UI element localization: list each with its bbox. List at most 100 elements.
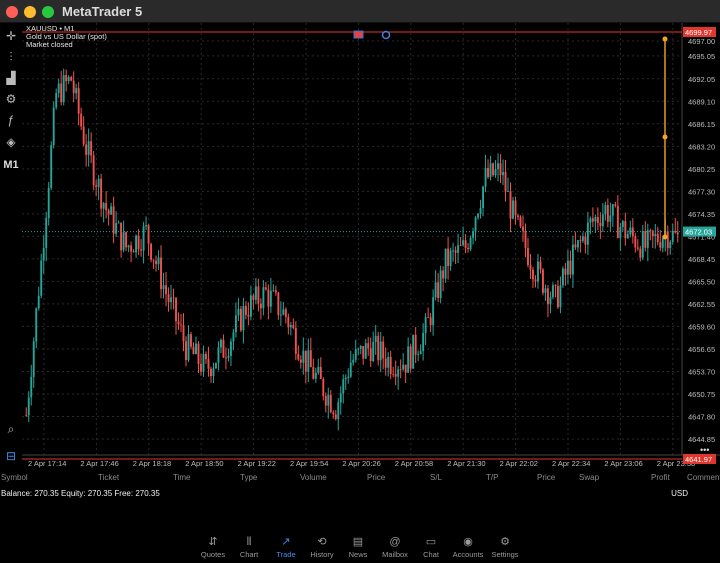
candle-body bbox=[55, 92, 58, 108]
candle-body bbox=[444, 248, 447, 279]
nav-news[interactable]: ▤ News bbox=[340, 536, 376, 559]
zoom-search-icon[interactable]: ⌕ bbox=[2, 420, 20, 438]
candle-body bbox=[339, 393, 342, 403]
candle-body bbox=[239, 308, 242, 331]
minimize-window-button[interactable] bbox=[24, 6, 36, 18]
candle-body bbox=[197, 343, 200, 364]
candle-body bbox=[234, 315, 237, 333]
function-icon[interactable]: ƒ bbox=[2, 111, 20, 129]
candle-body bbox=[354, 349, 357, 360]
nav-accounts[interactable]: ◉ Accounts bbox=[450, 536, 486, 559]
nav-label: Settings bbox=[491, 550, 519, 559]
clock-marker-icon bbox=[381, 30, 391, 40]
candle-body bbox=[160, 257, 162, 290]
candle-body bbox=[554, 285, 557, 287]
shapes-icon[interactable]: ◈ bbox=[2, 133, 20, 151]
candle-body bbox=[502, 171, 504, 176]
candle-body bbox=[429, 317, 432, 326]
candle-body bbox=[215, 362, 217, 369]
indicators-icon[interactable]: ⚙ bbox=[2, 90, 20, 108]
candle-body bbox=[117, 222, 120, 224]
price-chart[interactable]: 4697.00 4695.05 4692.05 4689.10 4686.15 4683.… bbox=[22, 23, 720, 470]
candle-body bbox=[65, 75, 68, 82]
candle-body bbox=[594, 217, 597, 222]
candle-body bbox=[457, 245, 460, 253]
candle-body bbox=[469, 237, 472, 250]
candle-body bbox=[47, 187, 50, 218]
candle-body bbox=[57, 83, 60, 93]
candle-body bbox=[140, 249, 143, 251]
timeframe-button[interactable]: M1 bbox=[2, 156, 20, 174]
candle-body bbox=[297, 353, 300, 360]
candle-body bbox=[389, 356, 392, 375]
candle-body bbox=[165, 285, 167, 295]
ruler-handle bbox=[662, 36, 668, 42]
candle-body bbox=[167, 294, 170, 303]
candle-body bbox=[419, 351, 422, 355]
candle-body bbox=[262, 287, 265, 309]
one-click-trading-icon[interactable]: ⊟ bbox=[2, 447, 20, 465]
window-titlebar: MetaTrader 5 bbox=[0, 0, 720, 23]
candle-body bbox=[277, 292, 280, 315]
candle-body bbox=[155, 260, 157, 265]
candle-body bbox=[489, 163, 492, 178]
nav-chat[interactable]: ▭ Chat bbox=[413, 536, 449, 559]
candle-body bbox=[547, 288, 549, 305]
nav-history[interactable]: ⟲ History bbox=[304, 536, 340, 559]
candle-body bbox=[387, 356, 390, 368]
trade-marker-icon bbox=[353, 30, 364, 39]
candle-body bbox=[60, 83, 63, 103]
bar-chart-icon[interactable]: ▟ bbox=[2, 69, 20, 87]
market-status-label: Market closed bbox=[26, 40, 73, 49]
candle-body bbox=[205, 353, 207, 360]
candle-body bbox=[312, 367, 315, 379]
candle-body bbox=[499, 163, 502, 176]
candle-body bbox=[606, 205, 609, 222]
candle-body bbox=[604, 205, 607, 215]
nav-quotes[interactable]: ⇵ Quotes bbox=[195, 536, 231, 559]
candle-body bbox=[252, 295, 255, 300]
candle-body bbox=[514, 200, 517, 216]
candle-body bbox=[112, 206, 115, 234]
candle-body bbox=[394, 374, 397, 377]
candle-body bbox=[497, 163, 499, 170]
candle-body bbox=[269, 290, 272, 307]
chart-type-icon[interactable]: ⫶ bbox=[2, 48, 20, 66]
settings-icon: ⚙ bbox=[500, 536, 510, 548]
candle-body bbox=[492, 163, 494, 176]
candle-body bbox=[576, 240, 579, 248]
candle-body bbox=[187, 334, 190, 360]
nav-settings[interactable]: ⚙ Settings bbox=[487, 536, 523, 559]
candle-body bbox=[259, 303, 262, 309]
ruler-handle bbox=[662, 234, 668, 240]
candle-body bbox=[432, 297, 435, 326]
candle-body bbox=[267, 289, 270, 307]
nav-chart[interactable]: ⫴ Chart bbox=[231, 536, 267, 559]
candle-body bbox=[279, 314, 282, 316]
candle-body bbox=[532, 269, 534, 280]
crosshair-icon[interactable]: ✛ bbox=[2, 27, 20, 45]
col-comment: Comment bbox=[687, 473, 720, 482]
price-tick-label: 4653.70 bbox=[688, 367, 715, 376]
top-level-price-tag: 4699.97 bbox=[685, 28, 712, 37]
candle-body bbox=[467, 247, 470, 250]
candle-body bbox=[534, 279, 537, 282]
time-tick-label: 2 Apr 23:06 bbox=[604, 459, 642, 468]
candle-body bbox=[35, 308, 38, 342]
candle-body bbox=[105, 203, 108, 211]
zoom-window-button[interactable] bbox=[42, 6, 54, 18]
candle-body bbox=[137, 235, 140, 250]
candle-body bbox=[62, 75, 65, 103]
nav-trade[interactable]: ↗ Trade bbox=[268, 536, 304, 559]
candle-body bbox=[120, 222, 123, 251]
candle-body bbox=[624, 221, 627, 239]
candle-body bbox=[504, 171, 507, 192]
nav-mailbox[interactable]: @ Mailbox bbox=[377, 536, 413, 559]
price-tick-label: 4644.85 bbox=[688, 435, 715, 444]
candle-body bbox=[202, 353, 205, 372]
candle-body bbox=[170, 297, 172, 303]
chart-canvas[interactable]: 4697.00 4695.05 4692.05 4689.10 4686.15 4683.… bbox=[22, 23, 720, 470]
close-window-button[interactable] bbox=[6, 6, 18, 18]
candle-body bbox=[392, 374, 395, 375]
candle-body bbox=[342, 379, 345, 394]
